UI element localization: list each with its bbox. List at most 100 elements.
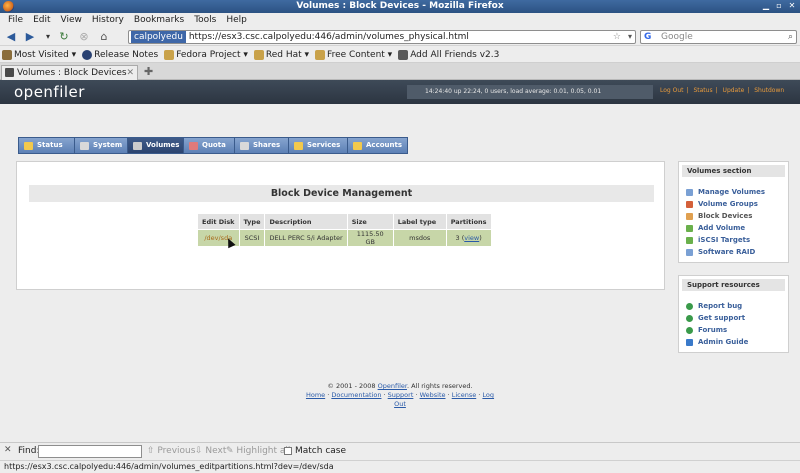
footer-documentation-link[interactable]: Documentation <box>331 391 381 399</box>
bookmark-star-icon[interactable]: ☆ <box>613 31 621 43</box>
bookmark-free-content[interactable]: Free Content ▾ <box>315 49 392 60</box>
tab-label: Accounts <box>366 141 403 149</box>
get-support-icon <box>686 314 693 322</box>
table-header-row: Edit Disk Type Description Size Label ty… <box>198 214 491 229</box>
fedora-icon <box>82 49 93 60</box>
footer-support-link[interactable]: Support <box>388 391 414 399</box>
url-bar[interactable]: calpolyedu https://esx3.csc.calpolyedu:4… <box>128 30 636 44</box>
home-icon[interactable]: ⌂ <box>97 30 111 43</box>
footer-license-link[interactable]: License <box>452 391 477 399</box>
history-dropdown-icon[interactable]: ▾ <box>41 30 55 43</box>
col-edit-disk: Edit Disk <box>198 214 239 229</box>
search-icon[interactable]: ⌕ <box>788 31 793 43</box>
menu-file[interactable]: File <box>3 13 28 27</box>
stop-icon[interactable]: ⊗ <box>77 30 91 43</box>
tab-shares[interactable]: Shares <box>234 137 289 154</box>
sidebar-item-manage-volumes[interactable]: Manage Volumes <box>686 186 788 198</box>
sidebar-item-report-bug[interactable]: Report bug <box>686 300 788 312</box>
bookmark-release-notes[interactable]: Release Notes <box>82 49 159 60</box>
sidebar-item-block-devices[interactable]: Block Devices <box>686 210 788 222</box>
services-icon <box>294 141 303 150</box>
folder-icon <box>315 49 326 60</box>
find-next-button[interactable]: ⇩ Next <box>195 446 226 456</box>
tab-accounts[interactable]: Accounts <box>347 137 408 154</box>
findbar-close-icon[interactable]: ✕ <box>4 445 12 455</box>
bookmark-label: Release Notes <box>94 49 159 60</box>
bookmark-fedora-project[interactable]: Fedora Project ▾ <box>164 49 248 60</box>
admin-guide-icon <box>686 338 693 346</box>
tab-volumes[interactable]: Volumes <box>127 137 184 154</box>
back-icon[interactable]: ◀ <box>4 30 18 43</box>
new-tab-icon[interactable]: ✚ <box>144 65 153 78</box>
bookmark-label: Add All Friends v2.3 <box>410 49 500 60</box>
sidebar-item-add-volume[interactable]: Add Volume <box>686 222 788 234</box>
find-next-label: Next <box>205 446 227 456</box>
sidebar-item-forums[interactable]: Forums <box>686 324 788 336</box>
menu-view[interactable]: View <box>56 13 87 27</box>
sidebar-item-label: Admin Guide <box>698 338 749 346</box>
match-case-checkbox[interactable] <box>284 447 292 455</box>
rights-text: . All rights reserved. <box>406 382 473 390</box>
sidebar-item-software-raid[interactable]: Software RAID <box>686 246 788 258</box>
footer-openfiler-link[interactable]: Openfiler <box>378 382 407 390</box>
menu-bookmarks[interactable]: Bookmarks <box>129 13 189 27</box>
menu-edit[interactable]: Edit <box>28 13 55 27</box>
google-icon[interactable]: G <box>644 31 651 43</box>
url-dropdown-icon[interactable]: ▾ <box>628 31 632 43</box>
sidebar-item-iscsi-targets[interactable]: iSCSI Targets <box>686 234 788 246</box>
menubar: File Edit View History Bookmarks Tools H… <box>0 13 800 27</box>
bookmark-red-hat[interactable]: Red Hat ▾ <box>253 49 309 60</box>
tab-label: Status <box>37 141 63 149</box>
sidebar-item-volume-groups[interactable]: Volume Groups <box>686 198 788 210</box>
disk-description: DELL PERC 5/i Adapter <box>265 230 347 246</box>
tab-quota[interactable]: Quota <box>183 137 235 154</box>
sidebar-item-label: iSCSI Targets <box>698 236 751 244</box>
openfiler-header: openfiler 14:24:40 up 22:24, 0 users, lo… <box>0 80 800 104</box>
status-link[interactable]: Status <box>693 87 712 94</box>
find-input[interactable] <box>38 445 142 458</box>
reload-icon[interactable]: ↻ <box>57 30 71 43</box>
page-title: Block Device Management <box>29 185 654 202</box>
menu-tools[interactable]: Tools <box>189 13 221 27</box>
tab-status[interactable]: Status <box>18 137 75 154</box>
tab-system[interactable]: System <box>74 137 128 154</box>
minimize-icon[interactable]: ▁ <box>761 1 771 11</box>
quota-icon <box>189 141 198 150</box>
logout-link[interactable]: Log Out <box>660 87 684 94</box>
sidebar-item-label: Add Volume <box>698 224 746 232</box>
openfiler-logo[interactable]: openfiler <box>14 83 85 101</box>
menu-help[interactable]: Help <box>221 13 252 27</box>
forward-icon[interactable]: ▶ <box>23 30 37 43</box>
disk-partitions: 3 (view) <box>446 230 491 246</box>
support-section-title: Support resources <box>682 279 785 291</box>
search-input[interactable]: G Google ⌕ <box>640 30 797 44</box>
tab-volumes-block-devices[interactable]: Volumes : Block Devices ✕ <box>1 65 138 80</box>
sidebar-item-label: Block Devices <box>698 212 753 220</box>
partition-count: 3 <box>455 234 460 242</box>
find-previous-button[interactable]: ⇧ Previous <box>147 446 195 456</box>
highlight-all-button[interactable]: ✎ Highlight all <box>226 446 290 456</box>
bookmark-most-visited[interactable]: Most Visited ▾ <box>2 49 76 60</box>
iscsi-targets-icon <box>686 236 693 244</box>
manage-volumes-icon <box>686 188 693 196</box>
site-identity-badge[interactable]: calpolyedu <box>131 31 186 43</box>
maximize-icon[interactable]: ▫ <box>774 1 784 11</box>
footer-home-link[interactable]: Home <box>306 391 325 399</box>
footer-website-link[interactable]: Website <box>420 391 446 399</box>
bookmark-add-all-friends[interactable]: Add All Friends v2.3 <box>398 49 500 60</box>
tab-services[interactable]: Services <box>288 137 348 154</box>
tab-close-icon[interactable]: ✕ <box>126 66 134 80</box>
block-devices-icon <box>686 212 693 220</box>
sidebar-item-get-support[interactable]: Get support <box>686 312 788 324</box>
update-link[interactable]: Update <box>723 87 745 94</box>
bookmarks-toolbar: Most Visited ▾ Release Notes Fedora Proj… <box>0 47 800 63</box>
close-icon[interactable]: ✕ <box>787 1 797 11</box>
sidebar-item-admin-guide[interactable]: Admin Guide <box>686 336 788 348</box>
match-case-label[interactable]: Match case <box>295 446 346 456</box>
tab-label: Volumes : Block Devices <box>17 68 127 78</box>
shares-icon <box>240 141 249 150</box>
page-content: openfiler 14:24:40 up 22:24, 0 users, lo… <box>0 80 800 442</box>
view-partitions-link[interactable]: view <box>464 234 479 242</box>
shutdown-link[interactable]: Shutdown <box>754 87 784 94</box>
menu-history[interactable]: History <box>87 13 129 27</box>
